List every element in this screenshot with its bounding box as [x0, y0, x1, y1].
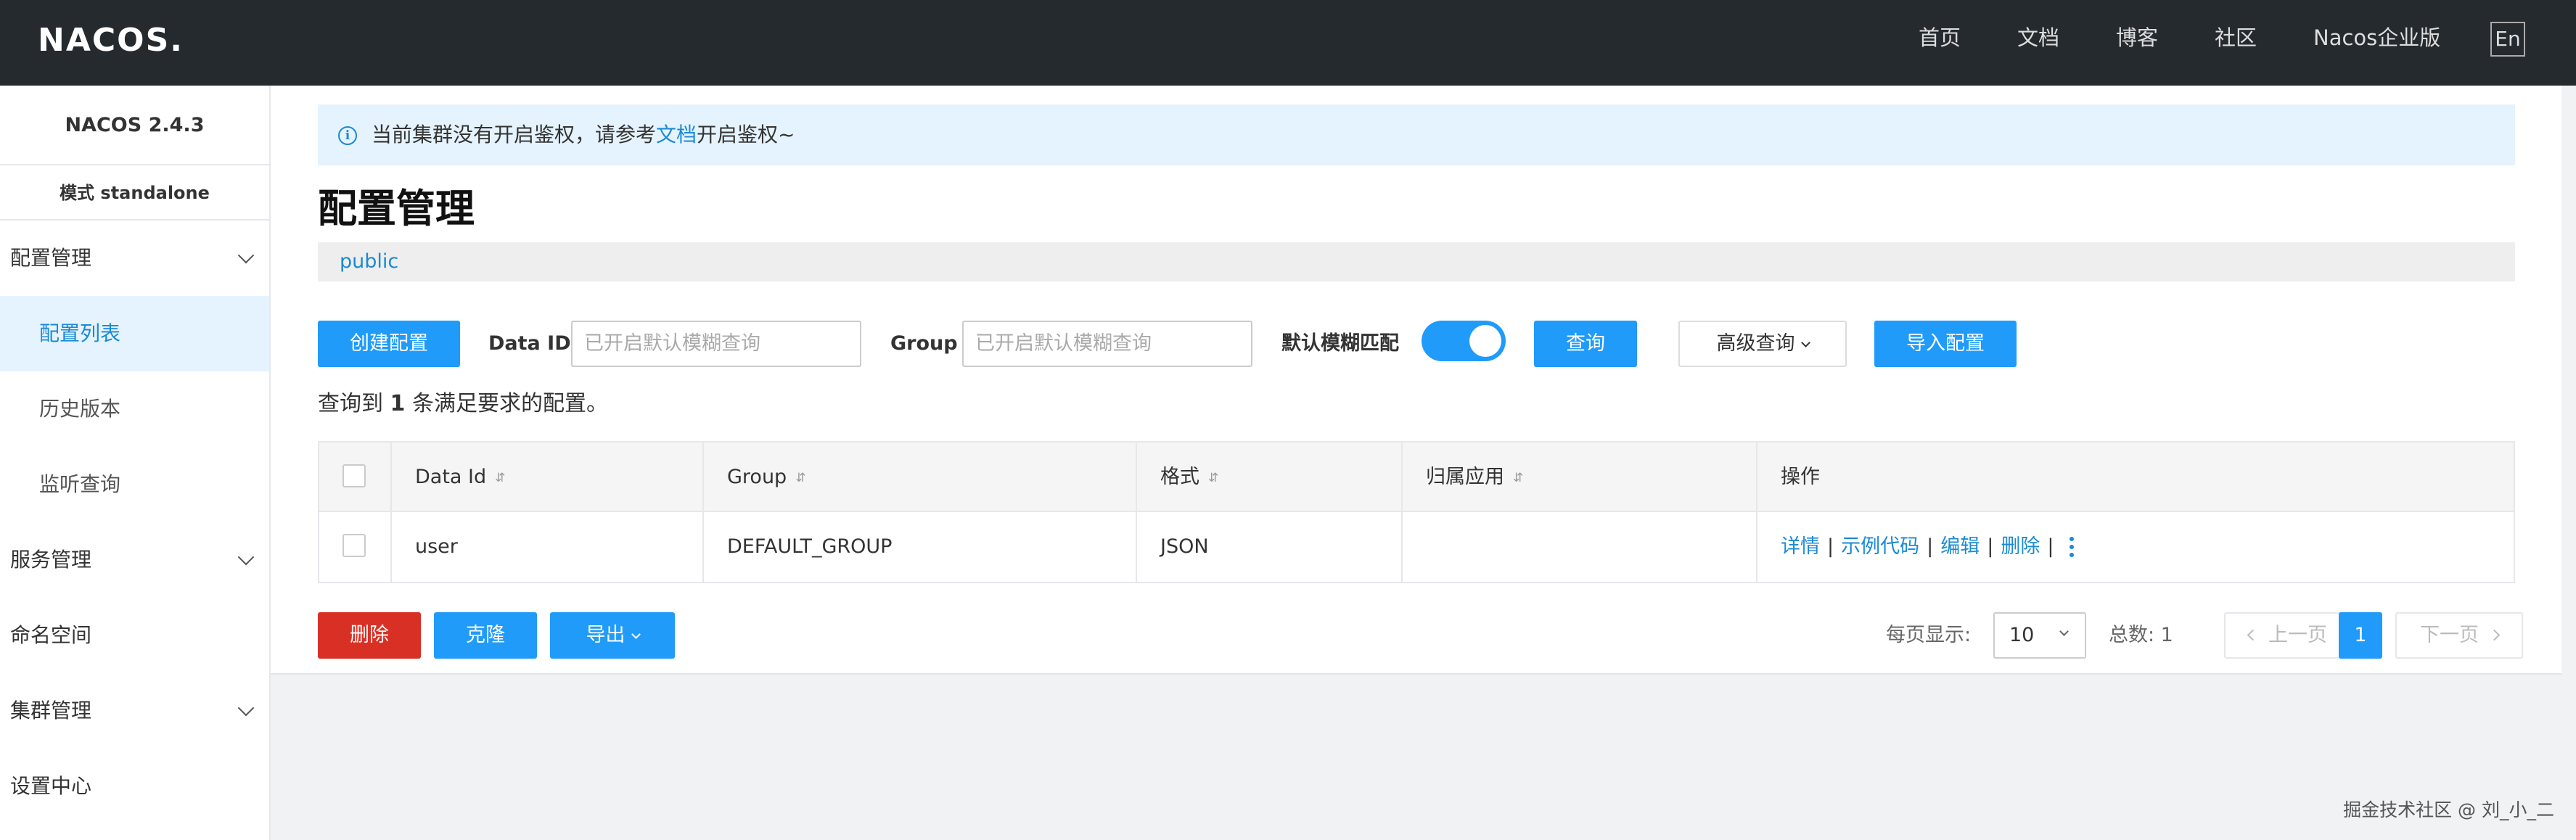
- clone-button[interactable]: 克隆: [434, 612, 537, 659]
- nav-enterprise[interactable]: Nacos企业版: [2313, 0, 2440, 86]
- sort-icon[interactable]: ⇵: [1208, 443, 1218, 513]
- delete-link[interactable]: 删除: [2001, 535, 2040, 558]
- page-1-button[interactable]: 1: [2339, 612, 2382, 659]
- header-actions: 操作: [1781, 466, 1820, 488]
- sidebar-item-label: 配置列表: [39, 321, 121, 345]
- sidebar: NACOS 2.4.3 模式 standalone 配置管理 配置列表 历史版本…: [0, 86, 271, 840]
- header-app[interactable]: 归属应用 ⇵: [1403, 442, 1757, 512]
- row-checkbox[interactable]: [342, 534, 366, 557]
- import-config-button[interactable]: 导入配置: [1874, 321, 2017, 367]
- total-count-label: 总数: 1: [2109, 624, 2173, 646]
- sample-code-link[interactable]: 示例代码: [1841, 535, 1919, 558]
- config-table: Data Id ⇵ Group ⇵ 格式 ⇵ 归属应用 ⇵ 操作 user DEFAUL…: [318, 441, 2515, 583]
- sidebar-item-config-management[interactable]: 配置管理: [0, 221, 269, 296]
- sidebar-item-namespace[interactable]: 命名空间: [0, 598, 269, 673]
- chevron-down-icon: [237, 548, 255, 566]
- chevron-down-icon: [1800, 338, 1810, 347]
- sort-icon[interactable]: ⇵: [795, 443, 805, 513]
- cell-data-id: user: [392, 512, 704, 582]
- chevron-down-icon: [631, 630, 641, 639]
- cell-format: JSON: [1137, 512, 1403, 582]
- create-config-button[interactable]: 创建配置: [318, 321, 460, 367]
- prev-page-button[interactable]: 上一页: [2224, 612, 2352, 659]
- top-header: NACOS. 首页 文档 博客 社区 Nacos企业版 En: [0, 0, 2576, 86]
- cell-app: [1403, 512, 1757, 582]
- version-label: NACOS 2.4.3: [0, 86, 269, 165]
- nav-home[interactable]: 首页: [1919, 0, 1961, 86]
- chevron-right-icon: [2488, 629, 2501, 641]
- nacos-logo[interactable]: NACOS.: [38, 22, 184, 59]
- auth-alert: i 当前集群没有开启鉴权，请参考文档开启鉴权~: [318, 104, 2515, 165]
- toggle-knob: [1469, 325, 1501, 357]
- sidebar-item-label: 设置中心: [10, 774, 92, 798]
- nav-community[interactable]: 社区: [2215, 0, 2257, 86]
- chevron-down-icon: [237, 247, 255, 264]
- select-all-checkbox[interactable]: [342, 464, 366, 487]
- details-link[interactable]: 详情: [1781, 535, 1820, 558]
- group-input[interactable]: 已开启默认模糊查询: [962, 321, 1252, 367]
- main-content: i 当前集群没有开启鉴权，请参考文档开启鉴权~ 配置管理 public 创建配置…: [271, 86, 2561, 675]
- page-title: 配置管理: [318, 186, 475, 231]
- sidebar-item-label: 监听查询: [39, 472, 121, 496]
- nav-docs[interactable]: 文档: [2017, 0, 2059, 86]
- table-header: Data Id ⇵ Group ⇵ 格式 ⇵ 归属应用 ⇵ 操作: [319, 442, 2514, 512]
- next-page-button[interactable]: 下一页: [2395, 612, 2523, 659]
- cell-group: DEFAULT_GROUP: [704, 512, 1137, 582]
- docs-link[interactable]: 文档: [656, 123, 697, 147]
- batch-delete-button[interactable]: 删除: [318, 612, 421, 659]
- header-group[interactable]: Group ⇵: [704, 442, 1137, 512]
- namespace-tab-public[interactable]: public: [340, 242, 398, 281]
- result-count-text: 查询到 1 条满足要求的配置。: [318, 391, 608, 416]
- sort-icon[interactable]: ⇵: [495, 443, 505, 513]
- edit-link[interactable]: 编辑: [1940, 535, 1980, 558]
- alert-text: 当前集群没有开启鉴权，请参考文档开启鉴权~: [372, 123, 795, 147]
- sidebar-item-listener-query[interactable]: 监听查询: [0, 447, 269, 522]
- sidebar-item-label: 历史版本: [39, 397, 121, 421]
- sidebar-item-cluster-management[interactable]: 集群管理: [0, 673, 269, 749]
- chevron-down-icon: [237, 699, 255, 717]
- chevron-left-icon: [2247, 629, 2259, 641]
- sidebar-item-settings[interactable]: 设置中心: [0, 749, 269, 824]
- table-row: user DEFAULT_GROUP JSON 详情 | 示例代码 | 编辑 | 删除 |: [319, 512, 2514, 582]
- result-count: 1: [390, 391, 406, 416]
- header-select-cell: [319, 442, 392, 512]
- advanced-query-button[interactable]: 高级查询: [1678, 321, 1847, 367]
- more-vertical-icon[interactable]: [2070, 537, 2075, 557]
- data-id-label: Data ID: [488, 332, 571, 355]
- data-id-input[interactable]: 已开启默认模糊查询: [571, 321, 861, 367]
- sort-icon[interactable]: ⇵: [1513, 443, 1523, 513]
- group-label: Group: [890, 332, 958, 355]
- watermark: 掘金技术社区 @ 刘_小_二: [2343, 799, 2554, 820]
- sidebar-item-label: 配置管理: [10, 246, 92, 270]
- export-button[interactable]: 导出: [550, 612, 675, 659]
- sidebar-item-label: 集群管理: [10, 699, 92, 722]
- info-icon: i: [338, 126, 357, 145]
- row-select-cell: [319, 512, 392, 582]
- sidebar-item-label: 命名空间: [10, 623, 92, 647]
- page-size-select[interactable]: 10: [1993, 612, 2086, 659]
- sidebar-item-history[interactable]: 历史版本: [0, 371, 269, 447]
- query-button[interactable]: 查询: [1534, 321, 1637, 367]
- sidebar-item-service-management[interactable]: 服务管理: [0, 522, 269, 598]
- namespace-bar: public: [318, 242, 2515, 281]
- sidebar-item-config-list[interactable]: 配置列表: [0, 296, 269, 371]
- per-page-label: 每页显示:: [1886, 624, 1972, 646]
- mode-label: 模式 standalone: [0, 165, 269, 221]
- chevron-down-icon: [2059, 627, 2069, 636]
- fuzzy-match-toggle[interactable]: [1422, 321, 1506, 361]
- nav-blog[interactable]: 博客: [2116, 0, 2158, 86]
- language-switch-button[interactable]: En: [2490, 22, 2525, 57]
- sidebar-item-label: 服务管理: [10, 548, 92, 572]
- cell-actions: 详情 | 示例代码 | 编辑 | 删除 |: [1757, 512, 2514, 582]
- header-data-id[interactable]: Data Id ⇵: [392, 442, 704, 512]
- fuzzy-match-label: 默认模糊匹配: [1281, 332, 1399, 355]
- header-format[interactable]: 格式 ⇵: [1137, 442, 1403, 512]
